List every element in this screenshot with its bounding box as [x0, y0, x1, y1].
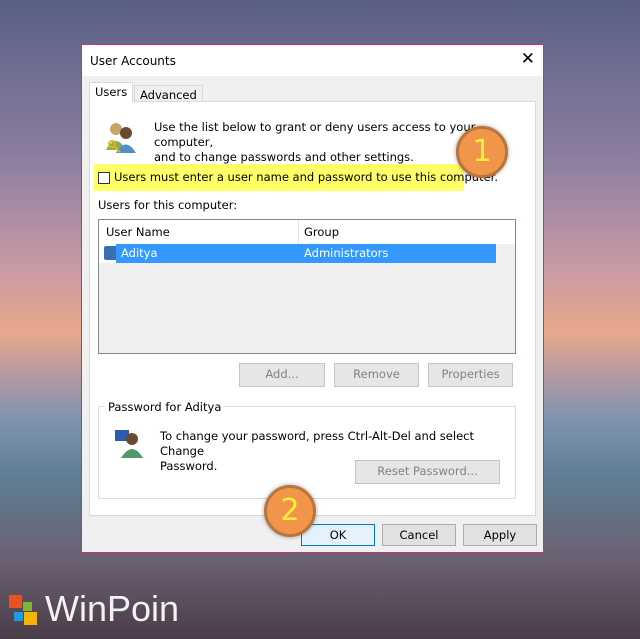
window-title: User Accounts	[90, 54, 176, 68]
annotation-marker-1: 1	[456, 126, 508, 178]
winpoin-logo-icon	[9, 595, 39, 625]
users-list[interactable]: User Name Group Aditya Administrators	[98, 219, 516, 354]
password-line-1: To change your password, press Ctrl-Alt-…	[160, 429, 474, 458]
column-header-user-name[interactable]: User Name	[106, 225, 170, 239]
require-password-label[interactable]: Users must enter a user name and passwor…	[114, 170, 498, 184]
table-row[interactable]: Aditya Administrators	[99, 244, 496, 263]
tab-users[interactable]: Users	[89, 82, 134, 102]
annotation-marker-2: 2	[264, 485, 316, 537]
group-cell: Administrators	[304, 246, 389, 260]
cancel-button[interactable]: Cancel	[382, 524, 456, 546]
column-divider	[298, 220, 299, 244]
column-header-group[interactable]: Group	[304, 225, 339, 239]
users-for-computer-label: Users for this computer:	[98, 198, 238, 212]
user-password-icon	[114, 428, 144, 458]
ok-button[interactable]: OK	[301, 524, 375, 546]
password-group-title: Password for Aditya	[105, 400, 225, 414]
list-header: User Name Group	[99, 220, 515, 244]
apply-button[interactable]: Apply	[463, 524, 537, 546]
remove-button[interactable]: Remove	[334, 363, 419, 387]
title-bar: User Accounts ✕	[82, 45, 543, 76]
winpoin-logo-text: WinPoin	[45, 588, 180, 629]
reset-password-button[interactable]: Reset Password...	[355, 460, 500, 484]
password-group: Password for Aditya To change your passw…	[98, 400, 516, 499]
properties-button[interactable]: Properties	[428, 363, 513, 387]
users-keys-icon	[104, 120, 138, 154]
require-password-checkbox[interactable]	[98, 172, 110, 184]
user-name-cell: Aditya	[121, 246, 158, 260]
close-icon[interactable]: ✕	[521, 49, 535, 69]
add-button[interactable]: Add...	[239, 363, 325, 387]
user-accounts-dialog: User Accounts ✕ Users Advanced Use the l…	[81, 44, 544, 553]
